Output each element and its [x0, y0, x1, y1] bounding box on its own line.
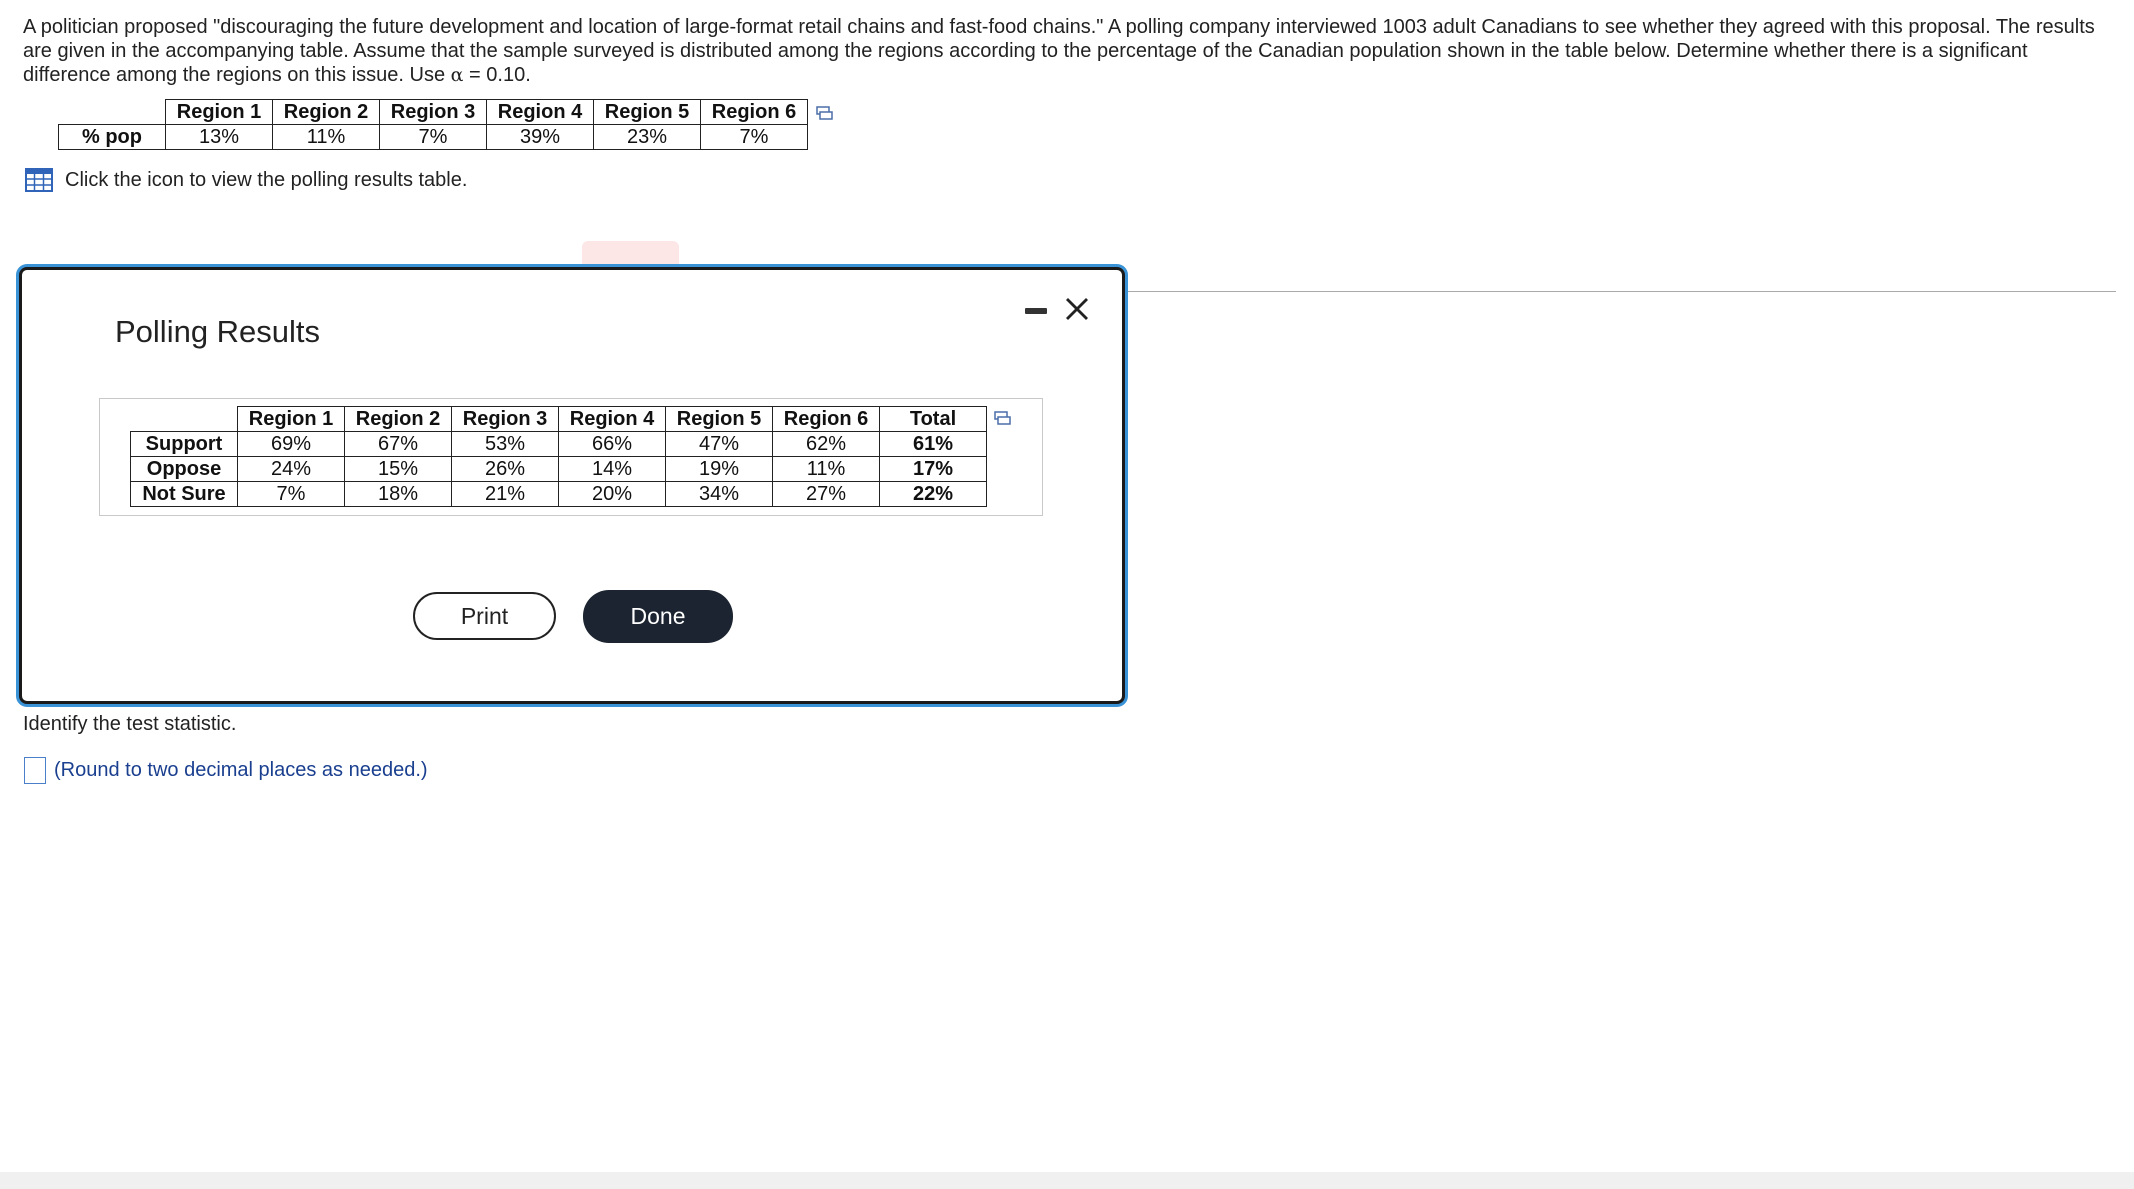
table-cell: 26% [451, 456, 559, 482]
table-grid-icon[interactable] [25, 168, 53, 192]
total-cell: 17% [879, 456, 987, 482]
answer-row: (Round to two decimal places as needed.) [24, 757, 428, 784]
population-header-cell: Region 1 [165, 99, 273, 125]
table-cell: 20% [558, 481, 666, 507]
results-header-cell: Region 6 [772, 406, 880, 432]
minimize-icon[interactable] [1025, 308, 1047, 314]
dialog-title: Polling Results [115, 314, 321, 349]
results-header-cell-total: Total [879, 406, 987, 432]
table-cell: 7% [237, 481, 345, 507]
population-corner-cell [58, 99, 166, 125]
table-cell: 27% [772, 481, 880, 507]
row-label: Oppose [130, 456, 238, 482]
population-table-container: Region 1 Region 2 Region 3 Region 4 Regi… [58, 99, 808, 150]
rounding-hint: (Round to two decimal places as needed.) [54, 759, 428, 781]
population-cell: 7% [379, 124, 487, 150]
row-label: Not Sure [130, 481, 238, 507]
alpha-value: = 0.10. [463, 64, 531, 86]
table-cell: 53% [451, 431, 559, 457]
population-cell: 7% [700, 124, 808, 150]
problem-statement: A politician proposed "discouraging the … [23, 15, 2113, 87]
results-header-cell: Region 4 [558, 406, 666, 432]
results-header-row: Region 1 Region 2 Region 3 Region 4 Regi… [130, 406, 987, 432]
results-header-cell: Region 1 [237, 406, 345, 432]
done-button[interactable]: Done [583, 590, 733, 643]
total-cell: 61% [879, 431, 987, 457]
results-header-cell: Region 5 [665, 406, 773, 432]
table-cell: 15% [344, 456, 452, 482]
polling-results-link-text: Click the icon to view the polling resul… [65, 168, 468, 191]
population-header-cell: Region 2 [272, 99, 380, 125]
copy-table-icon[interactable] [994, 411, 1011, 425]
results-header-cell: Region 2 [344, 406, 452, 432]
population-cell: 13% [165, 124, 273, 150]
population-header-row: Region 1 Region 2 Region 3 Region 4 Regi… [58, 99, 808, 125]
print-button[interactable]: Print [413, 592, 556, 640]
copy-table-icon[interactable] [816, 106, 833, 120]
polling-results-link-row: Click the icon to view the polling resul… [25, 168, 467, 192]
polling-results-table: Region 1 Region 2 Region 3 Region 4 Regi… [130, 406, 987, 507]
population-table: Region 1 Region 2 Region 3 Region 4 Regi… [58, 99, 808, 150]
row-label: Support [130, 431, 238, 457]
total-cell: 22% [879, 481, 987, 507]
question-prompt: Identify the test statistic. [23, 713, 237, 735]
table-cell: 69% [237, 431, 345, 457]
table-cell: 62% [772, 431, 880, 457]
table-cell: 34% [665, 481, 773, 507]
problem-body: A politician proposed "discouraging the … [23, 16, 2095, 86]
test-statistic-input[interactable] [24, 757, 46, 784]
population-header-cell: Region 6 [700, 99, 808, 125]
results-header-cell: Region 3 [451, 406, 559, 432]
population-cell: 11% [272, 124, 380, 150]
results-table-container: Region 1 Region 2 Region 3 Region 4 Regi… [130, 406, 987, 507]
population-header-cell: Region 3 [379, 99, 487, 125]
table-row: Support 69% 67% 53% 66% 47% 62% 61% [130, 431, 987, 457]
table-cell: 66% [558, 431, 666, 457]
population-row: % pop 13% 11% 7% 39% 23% 7% [58, 124, 808, 150]
results-corner-cell [130, 406, 238, 432]
bottom-bar [0, 1172, 2134, 1189]
polling-results-dialog: Polling Results Region 1 Region 2 Region… [19, 267, 1125, 704]
table-cell: 67% [344, 431, 452, 457]
population-cell: 23% [593, 124, 701, 150]
table-cell: 18% [344, 481, 452, 507]
table-cell: 47% [665, 431, 773, 457]
table-cell: 11% [772, 456, 880, 482]
population-header-cell: Region 5 [593, 99, 701, 125]
close-icon[interactable] [1062, 294, 1092, 324]
section-divider [1124, 291, 2116, 292]
table-cell: 24% [237, 456, 345, 482]
population-cell: 39% [486, 124, 594, 150]
population-row-label: % pop [58, 124, 166, 150]
table-row: Not Sure 7% 18% 21% 20% 34% 27% 22% [130, 481, 987, 507]
table-cell: 21% [451, 481, 559, 507]
population-header-cell: Region 4 [486, 99, 594, 125]
table-cell: 19% [665, 456, 773, 482]
table-cell: 14% [558, 456, 666, 482]
alpha-symbol: α [450, 64, 464, 86]
results-table-frame: Region 1 Region 2 Region 3 Region 4 Regi… [99, 398, 1043, 516]
table-row: Oppose 24% 15% 26% 14% 19% 11% 17% [130, 456, 987, 482]
